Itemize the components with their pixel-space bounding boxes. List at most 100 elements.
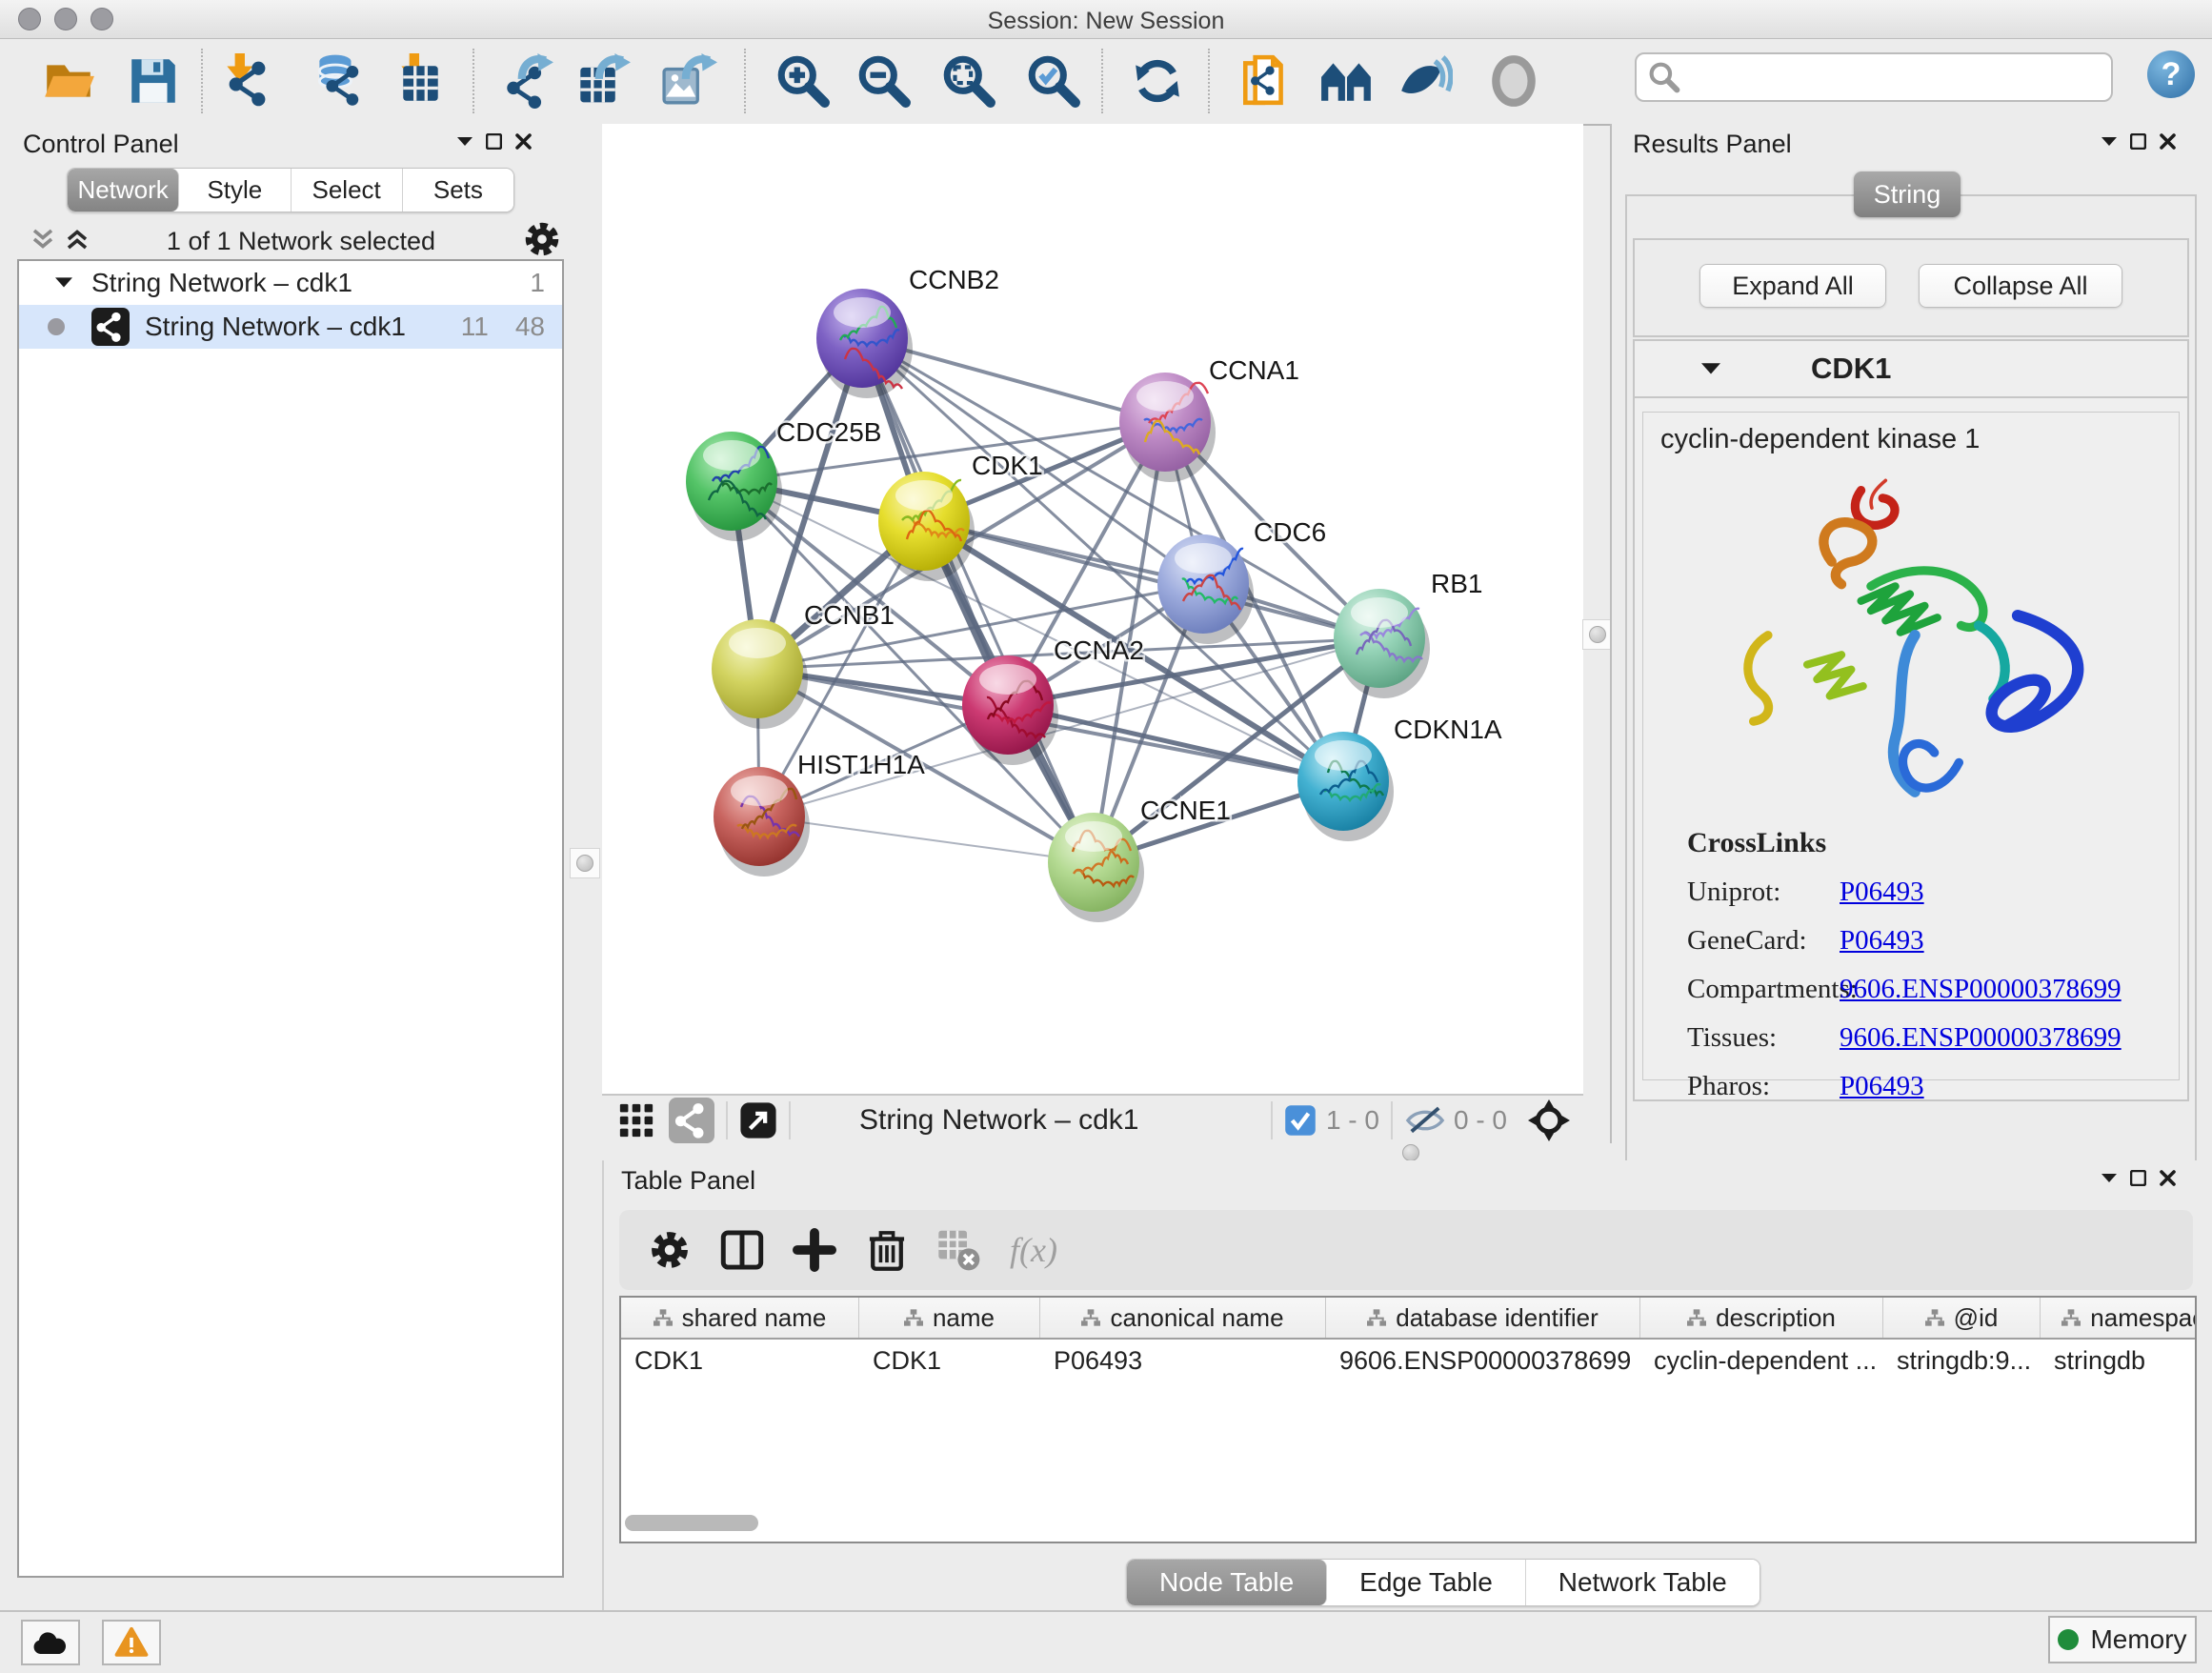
selected-checkbox-icon[interactable] bbox=[1284, 1104, 1317, 1137]
network-graph[interactable]: CCNB2CCNA1CDC25BCDK1CDC6RB1CCNB1CCNA2CDK… bbox=[602, 124, 1583, 1094]
delete-column-trash-icon[interactable] bbox=[865, 1228, 909, 1272]
tab-sets[interactable]: Sets bbox=[403, 169, 513, 212]
tab-network[interactable]: Network bbox=[68, 169, 179, 212]
hidden-eye-icon[interactable] bbox=[1404, 1104, 1446, 1137]
left-divider-grip[interactable] bbox=[570, 848, 600, 878]
expand-all-button[interactable]: Expand All bbox=[1699, 264, 1886, 308]
add-column-icon[interactable] bbox=[793, 1228, 836, 1272]
tab-style[interactable]: Style bbox=[179, 169, 291, 212]
cloud-button[interactable] bbox=[21, 1620, 80, 1665]
crosslink-link[interactable]: 9606.ENSP00000378699 bbox=[1840, 974, 2122, 1005]
column-header-name[interactable]: name bbox=[859, 1298, 1040, 1338]
import-network-from-file-button[interactable] bbox=[218, 53, 273, 109]
network-view-share-icon[interactable] bbox=[669, 1098, 714, 1143]
import-network-icon bbox=[218, 53, 273, 109]
network-node-CCNA2[interactable] bbox=[962, 655, 1058, 765]
panel-close-icon[interactable] bbox=[2160, 133, 2176, 150]
right-divider-grip[interactable] bbox=[1582, 619, 1613, 650]
panel-float-icon[interactable] bbox=[486, 133, 502, 150]
export-network-button[interactable] bbox=[500, 53, 555, 109]
table-row[interactable]: CDK1CDK1P064939606.ENSP00000378699cyclin… bbox=[621, 1340, 2195, 1381]
tab-network-table[interactable]: Network Table bbox=[1526, 1560, 1760, 1605]
export-table-button[interactable] bbox=[577, 53, 633, 109]
crosslink-link[interactable]: P06493 bbox=[1840, 877, 1924, 908]
table-cell[interactable]: cyclin-dependent ... bbox=[1640, 1340, 1883, 1381]
tab-node-table[interactable]: Node Table bbox=[1127, 1560, 1327, 1605]
export-image-button[interactable] bbox=[662, 53, 717, 109]
crosslink-link[interactable]: 9606.ENSP00000378699 bbox=[1840, 1022, 2122, 1054]
network-node-CDC25B[interactable] bbox=[686, 432, 782, 541]
network-canvas[interactable]: CCNB2CCNA1CDC25BCDK1CDC6RB1CCNB1CCNA2CDK… bbox=[602, 124, 1583, 1094]
column-header-namespace[interactable]: namespace bbox=[2041, 1298, 2197, 1338]
table-cell[interactable]: stringdb bbox=[2041, 1340, 2197, 1381]
open-file-button[interactable] bbox=[41, 53, 96, 109]
table-cell[interactable]: CDK1 bbox=[859, 1340, 1040, 1381]
network-node-HIST1H1A[interactable] bbox=[714, 767, 810, 877]
eye-disabled-icon bbox=[1486, 53, 1541, 109]
hide-graphics-details-button[interactable] bbox=[1486, 53, 1541, 109]
network-node-CDC6[interactable] bbox=[1157, 534, 1254, 644]
zoom-fit-button[interactable] bbox=[941, 53, 996, 109]
netbar-separator bbox=[1271, 1101, 1273, 1139]
network-options-gear-button[interactable] bbox=[522, 219, 562, 259]
panel-close-icon[interactable] bbox=[515, 133, 532, 150]
panel-float-icon[interactable] bbox=[2130, 1170, 2146, 1186]
memory-button[interactable]: Memory bbox=[2048, 1616, 2197, 1663]
refresh-view-button[interactable] bbox=[1130, 53, 1185, 109]
birdseye-houses-button[interactable] bbox=[1319, 53, 1375, 109]
network-node-CDK1[interactable] bbox=[878, 472, 975, 581]
protein-section-header[interactable]: CDK1 bbox=[1635, 341, 2187, 398]
crosslink-link[interactable]: P06493 bbox=[1840, 925, 1924, 957]
table-cell[interactable]: CDK1 bbox=[621, 1340, 859, 1381]
tree-expander-icon[interactable] bbox=[55, 277, 72, 289]
network-node-CDKN1A[interactable] bbox=[1297, 732, 1394, 841]
save-session-button[interactable] bbox=[126, 53, 181, 109]
import-table-from-file-button[interactable] bbox=[391, 53, 446, 109]
column-header-database-identifier[interactable]: database identifier bbox=[1326, 1298, 1640, 1338]
zoom-in-button[interactable] bbox=[775, 53, 831, 109]
zoom-out-button[interactable] bbox=[856, 53, 912, 109]
network-edge[interactable] bbox=[862, 338, 1094, 862]
show-graphics-details-button[interactable] bbox=[1398, 53, 1453, 109]
network-row-selected[interactable]: String Network – cdk1 11 48 bbox=[19, 305, 562, 349]
panel-collapse-icon[interactable] bbox=[2101, 137, 2117, 147]
table-cell[interactable]: stringdb:9... bbox=[1883, 1340, 2041, 1381]
network-node-RB1[interactable] bbox=[1334, 589, 1430, 698]
help-button[interactable]: ? bbox=[2147, 50, 2195, 98]
node-label-CCNA2: CCNA2 bbox=[1054, 635, 1144, 665]
column-header-description[interactable]: description bbox=[1640, 1298, 1883, 1338]
duplicate-network-button[interactable] bbox=[1237, 53, 1293, 109]
tab-string[interactable]: String bbox=[1854, 171, 1961, 217]
crosslink-link[interactable]: P06493 bbox=[1840, 1071, 1924, 1102]
zoom-selected-button[interactable] bbox=[1026, 53, 1081, 109]
network-node-CCNE1[interactable] bbox=[1048, 813, 1144, 922]
panel-collapse-icon[interactable] bbox=[2101, 1174, 2117, 1183]
function-builder-icon[interactable]: f(x) bbox=[1010, 1230, 1057, 1270]
section-expander-icon[interactable] bbox=[1701, 363, 1720, 375]
network-node-CCNB2[interactable] bbox=[816, 289, 913, 398]
hidden-node-edge-counts: 0 - 0 bbox=[1454, 1105, 1507, 1136]
panel-close-icon[interactable] bbox=[2160, 1170, 2176, 1186]
table-cell[interactable]: 9606.ENSP00000378699 bbox=[1326, 1340, 1640, 1381]
network-node-CCNA1[interactable] bbox=[1119, 373, 1216, 482]
panel-float-icon[interactable] bbox=[2130, 133, 2146, 150]
grid-view-icon[interactable] bbox=[617, 1101, 655, 1139]
column-header-canonical-name[interactable]: canonical name bbox=[1040, 1298, 1326, 1338]
warnings-button[interactable] bbox=[102, 1620, 161, 1665]
tab-edge-table[interactable]: Edge Table bbox=[1327, 1560, 1526, 1605]
show-columns-icon[interactable] bbox=[720, 1228, 764, 1272]
panel-collapse-icon[interactable] bbox=[457, 137, 473, 147]
collapse-all-button[interactable]: Collapse All bbox=[1919, 264, 2122, 308]
table-horizontal-scrollbar[interactable] bbox=[625, 1515, 758, 1531]
center-view-crosshair-icon[interactable] bbox=[1528, 1099, 1570, 1141]
tab-select[interactable]: Select bbox=[292, 169, 403, 212]
table-cell[interactable]: P06493 bbox=[1040, 1340, 1326, 1381]
table-settings-gear-icon[interactable] bbox=[648, 1228, 692, 1272]
network-collection-row[interactable]: String Network – cdk1 1 bbox=[19, 261, 562, 305]
search-input[interactable] bbox=[1688, 63, 2111, 91]
column-header-shared-name[interactable]: shared name bbox=[621, 1298, 859, 1338]
column-header--id[interactable]: @id bbox=[1883, 1298, 2041, 1338]
birdseye-toggle-icon[interactable] bbox=[739, 1101, 777, 1139]
delete-table-icon[interactable] bbox=[937, 1228, 981, 1272]
import-network-from-database-button[interactable] bbox=[310, 53, 365, 109]
